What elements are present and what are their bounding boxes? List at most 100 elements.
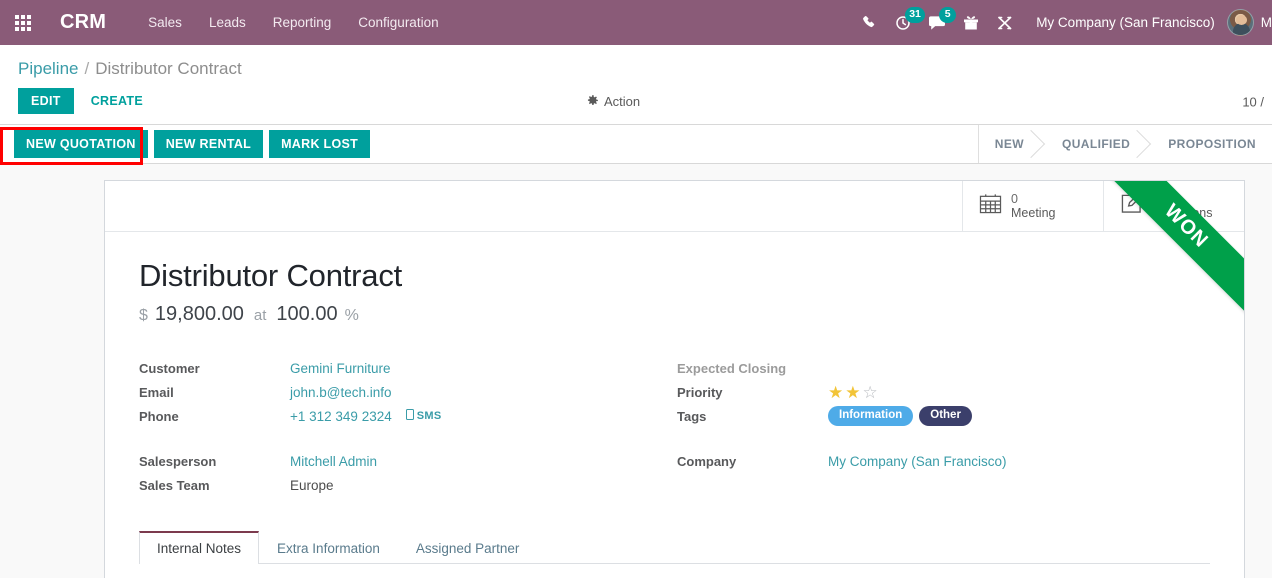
field-customer-label: Customer <box>139 360 200 376</box>
stage-proposition[interactable]: PROPOSITION <box>1146 125 1272 163</box>
field-group-spacer-right <box>677 428 1210 449</box>
navbar-right-tools: 31 5 My Company (San Francisco) M <box>852 0 1272 45</box>
tab-internal-notes[interactable]: Internal Notes <box>139 531 260 564</box>
tag-information[interactable]: Information <box>828 406 914 426</box>
stage-qualified[interactable]: QUALIFIED <box>1040 125 1146 163</box>
mark-lost-button[interactable]: MARK LOST <box>269 130 371 158</box>
field-customer-value[interactable]: Gemini Furniture <box>290 361 391 376</box>
stage-new[interactable]: NEW <box>979 125 1040 163</box>
phone-icon[interactable] <box>852 0 886 45</box>
user-name-label: M <box>1260 15 1272 30</box>
control-panel-actions: EDIT CREATE Action 10 / <box>0 79 1272 124</box>
mobile-icon <box>405 409 414 423</box>
stat-meeting-value: 0 <box>1011 191 1018 206</box>
stat-quotations-value: 0 <box>1152 191 1159 206</box>
top-navbar: CRM Sales Leads Reporting Configuration … <box>0 0 1272 45</box>
form-sheet-container: 0 Meeting 0 Quotations WON Distributor C… <box>0 164 1272 578</box>
apps-menu-button[interactable] <box>0 0 46 45</box>
form-button-bar: NEW QUOTATION NEW RENTAL MARK LOST NEW Q… <box>0 125 1272 165</box>
star-filled-1[interactable]: ★ <box>828 384 843 401</box>
gift-icon[interactable] <box>954 0 988 45</box>
field-priority-label: Priority <box>677 384 723 400</box>
stat-button-quotations[interactable]: 0 Quotations <box>1103 181 1244 231</box>
sms-label: SMS <box>416 410 442 422</box>
menu-item-sales[interactable]: Sales <box>148 15 182 30</box>
new-quotation-button[interactable]: NEW QUOTATION <box>14 130 148 158</box>
stat-button-meeting[interactable]: 0 Meeting <box>962 181 1103 231</box>
menu-item-configuration[interactable]: Configuration <box>358 15 438 30</box>
field-phone-value[interactable]: +1 312 349 2324 <box>290 409 392 424</box>
debug-tools-icon[interactable] <box>988 0 1022 45</box>
notebook-tabs: Internal Notes Extra Information Assigne… <box>139 530 1210 564</box>
stat-meeting-label: Meeting <box>1011 206 1056 220</box>
field-company-label: Company <box>677 453 737 469</box>
field-sales-team: Sales Team Europe <box>139 473 677 497</box>
menu-item-reporting[interactable]: Reporting <box>273 15 332 30</box>
activity-clock-icon[interactable]: 31 <box>886 0 925 45</box>
field-expected-closing-label: Expected Closing <box>677 360 787 376</box>
star-filled-2[interactable]: ★ <box>845 384 860 401</box>
user-avatar <box>1226 9 1254 36</box>
new-rental-button[interactable]: NEW RENTAL <box>153 130 264 158</box>
field-email: Email john.b@tech.info <box>139 380 677 404</box>
record-sheet: 0 Meeting 0 Quotations WON Distributor C… <box>104 180 1245 578</box>
field-phone-label: Phone <box>139 408 179 424</box>
breadcrumb: Pipeline / Distributor Contract <box>0 45 1272 79</box>
tab-assigned-partner[interactable]: Assigned Partner <box>398 531 538 564</box>
stat-quotations-text: 0 Quotations <box>1152 192 1212 221</box>
menu-item-leads[interactable]: Leads <box>209 15 246 30</box>
star-empty-3[interactable]: ☆ <box>863 384 878 401</box>
control-panel: Pipeline / Distributor Contract EDIT CRE… <box>0 45 1272 125</box>
user-menu[interactable]: M <box>1226 9 1272 36</box>
percent-symbol: % <box>344 307 359 324</box>
action-label: Action <box>604 94 641 109</box>
edit-button[interactable]: EDIT <box>18 88 74 114</box>
notebook-panel-internal-notes[interactable] <box>139 564 1210 578</box>
form-action-buttons: NEW QUOTATION NEW RENTAL MARK LOST <box>0 125 371 163</box>
field-expected-closing: Expected Closing <box>677 356 1210 380</box>
gear-icon <box>586 94 599 110</box>
notebook: Internal Notes Extra Information Assigne… <box>105 530 1244 578</box>
field-tags: Tags Information Other <box>677 404 1210 428</box>
field-phone: Phone +1 312 349 2324 SMS <box>139 404 677 428</box>
field-priority: Priority ★ ★ ☆ <box>677 380 1210 404</box>
expected-revenue-amount: 19,800.00 <box>154 303 244 325</box>
form-right-group: Expected Closing Priority ★ ★ ☆ Tags Inf… <box>677 356 1210 497</box>
field-salesperson: Salesperson Mitchell Admin <box>139 449 677 473</box>
probability-value: 100.00 <box>276 303 338 325</box>
field-customer: Customer Gemini Furniture <box>139 356 677 380</box>
currency-symbol: $ <box>139 307 148 324</box>
company-switcher[interactable]: My Company (San Francisco) <box>1036 15 1215 30</box>
sheet-body: Distributor Contract $ 19,800.00 at 100.… <box>105 232 1244 497</box>
field-email-value[interactable]: john.b@tech.info <box>290 385 392 400</box>
field-email-label: Email <box>139 384 174 400</box>
record-pager[interactable]: 10 / <box>1242 94 1264 109</box>
field-salesperson-label: Salesperson <box>139 453 217 469</box>
field-tags-label: Tags <box>677 408 707 424</box>
app-brand-crm[interactable]: CRM <box>60 11 106 34</box>
stat-buttons-row: 0 Meeting 0 Quotations <box>105 181 1244 232</box>
send-sms-button[interactable]: SMS <box>405 409 442 423</box>
field-salesperson-value[interactable]: Mitchell Admin <box>290 454 377 469</box>
main-menu: Sales Leads Reporting Configuration <box>148 15 438 30</box>
tab-extra-information[interactable]: Extra Information <box>259 531 398 564</box>
at-label: at <box>253 307 267 324</box>
breadcrumb-current: Distributor Contract <box>95 59 242 78</box>
stat-quotations-label: Quotations <box>1152 206 1213 220</box>
create-button[interactable]: CREATE <box>80 88 154 114</box>
action-menu-button[interactable]: Action <box>586 94 640 110</box>
breadcrumb-pipeline[interactable]: Pipeline <box>18 59 79 79</box>
field-sales-team-label: Sales Team <box>139 477 210 493</box>
priority-stars[interactable]: ★ ★ ☆ <box>828 384 878 401</box>
stat-meeting-text: 0 Meeting <box>1011 192 1055 221</box>
pipeline-statusbar: NEW QUALIFIED PROPOSITION <box>977 125 1272 163</box>
calendar-icon <box>979 193 1002 219</box>
breadcrumb-separator: / <box>84 59 90 78</box>
messages-icon[interactable]: 5 <box>920 0 957 45</box>
pencil-square-icon <box>1120 193 1143 219</box>
tag-other[interactable]: Other <box>919 406 972 426</box>
field-company-value[interactable]: My Company (San Francisco) <box>828 454 1007 469</box>
apps-grid-icon <box>15 14 31 31</box>
expected-revenue-row: $ 19,800.00 at 100.00 % <box>139 303 1210 326</box>
page-title: Distributor Contract <box>139 258 403 293</box>
